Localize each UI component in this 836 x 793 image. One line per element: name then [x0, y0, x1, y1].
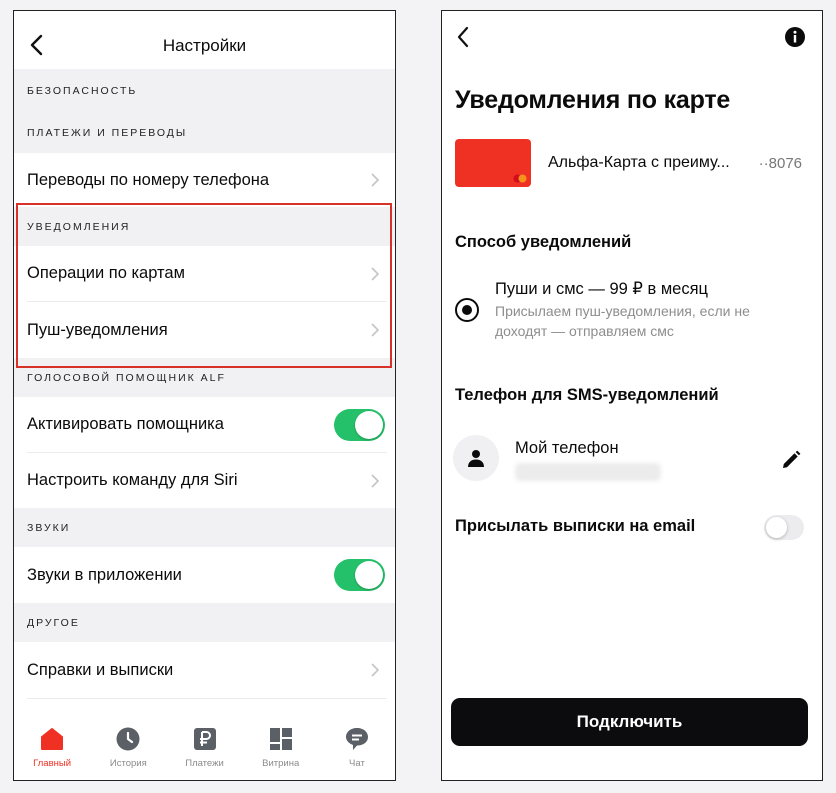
person-icon — [468, 450, 484, 467]
row-phone-transfers[interactable]: Переводы по номеру телефона — [14, 153, 395, 207]
settings-header: Настройки — [14, 11, 395, 69]
mastercard-icon — [513, 174, 527, 183]
row-siri-command[interactable]: Настроить команду для Siri — [14, 453, 395, 508]
tab-label: Чат — [349, 758, 365, 769]
section-security: Безопасность — [14, 69, 395, 113]
row-label: Звуки в приложении — [27, 565, 182, 584]
chevron-right-icon — [371, 173, 379, 187]
card-notifications-screen: Уведомления по карте Альфа-Карта с преим… — [441, 10, 823, 781]
tab-label: История — [109, 758, 147, 769]
toggle-knob — [766, 517, 787, 538]
page-title: Настройки — [162, 36, 247, 55]
sms-heading: Телефон для SMS-уведомлений — [455, 386, 719, 404]
card-name: Альфа-Карта с преиму... — [548, 154, 730, 171]
connect-button[interactable]: Подключить — [451, 698, 808, 746]
row-label: Настроить команду для Siri — [27, 471, 238, 489]
card-number: ··8076 — [758, 155, 802, 172]
clock-icon — [116, 727, 140, 751]
tab-label: Витрина — [262, 758, 300, 769]
pencil-icon[interactable] — [780, 449, 802, 471]
divider — [27, 698, 387, 699]
chevron-left-icon[interactable] — [455, 26, 471, 48]
tab-bar: Главный История Платежи Витрина Чат — [14, 712, 395, 780]
chevron-right-icon — [371, 663, 379, 677]
chevron-right-icon — [371, 323, 379, 337]
card-image — [455, 139, 531, 187]
email-toggle[interactable] — [764, 515, 804, 540]
assistant-toggle[interactable] — [334, 408, 385, 441]
page-title: Уведомления по карте — [455, 86, 731, 114]
row-label: Активировать помощника — [27, 415, 224, 433]
section-sounds: Звуки — [14, 508, 395, 547]
row-label: Операции по картам — [27, 264, 185, 282]
phone-label: Мой телефон — [515, 439, 619, 457]
method-heading: Способ уведомлений — [455, 233, 632, 251]
row-statements[interactable]: Справки и выписки — [14, 642, 395, 698]
tab-label: Главный — [33, 758, 72, 769]
section-other: Другое — [14, 603, 395, 642]
sounds-toggle[interactable] — [334, 559, 385, 591]
tab-history[interactable]: История — [90, 712, 166, 780]
toggle-knob — [355, 561, 383, 589]
tab-home[interactable]: Главный — [14, 712, 90, 780]
avatar — [453, 435, 499, 481]
settings-screen: Настройки Безопасность Платежи и перевод… — [13, 10, 396, 781]
row-label: Пуш-уведомления — [27, 320, 168, 339]
email-statements-label: Присылать выписки на email — [455, 517, 696, 535]
option-radio[interactable] — [455, 298, 479, 322]
row-activate-assistant: Активировать помощника — [14, 397, 395, 452]
tab-label: Платежи — [185, 758, 224, 769]
tab-showcase[interactable]: Витрина — [243, 712, 319, 780]
chevron-right-icon — [371, 266, 379, 281]
chat-icon — [345, 728, 368, 750]
section-notifications: Уведомления — [14, 207, 395, 246]
tab-chat[interactable]: Чат — [319, 712, 395, 780]
toggle-knob — [355, 410, 383, 439]
row-app-sounds: Звуки в приложении — [14, 547, 395, 603]
info-icon[interactable] — [784, 26, 806, 48]
tab-payments[interactable]: Платежи — [166, 712, 242, 780]
phone-number-redacted — [515, 463, 661, 481]
home-icon — [41, 728, 64, 750]
ruble-icon — [193, 728, 216, 750]
option-description: Присылаем пуш-уведомления, если не доход… — [495, 303, 750, 339]
row-card-operations[interactable]: Операции по картам — [14, 246, 395, 301]
grid-icon — [269, 728, 292, 750]
section-payments: Платежи и переводы — [14, 113, 395, 153]
chevron-right-icon — [371, 473, 379, 488]
row-label: Справки и выписки — [27, 660, 174, 679]
row-push-notifications[interactable]: Пуш-уведомления — [14, 302, 395, 358]
row-label: Переводы по номеру телефона — [27, 170, 270, 189]
section-voice: Голосовой помощник ALF — [14, 358, 395, 397]
option-title[interactable]: Пуши и смс — 99 ₽ в месяц — [495, 279, 708, 299]
